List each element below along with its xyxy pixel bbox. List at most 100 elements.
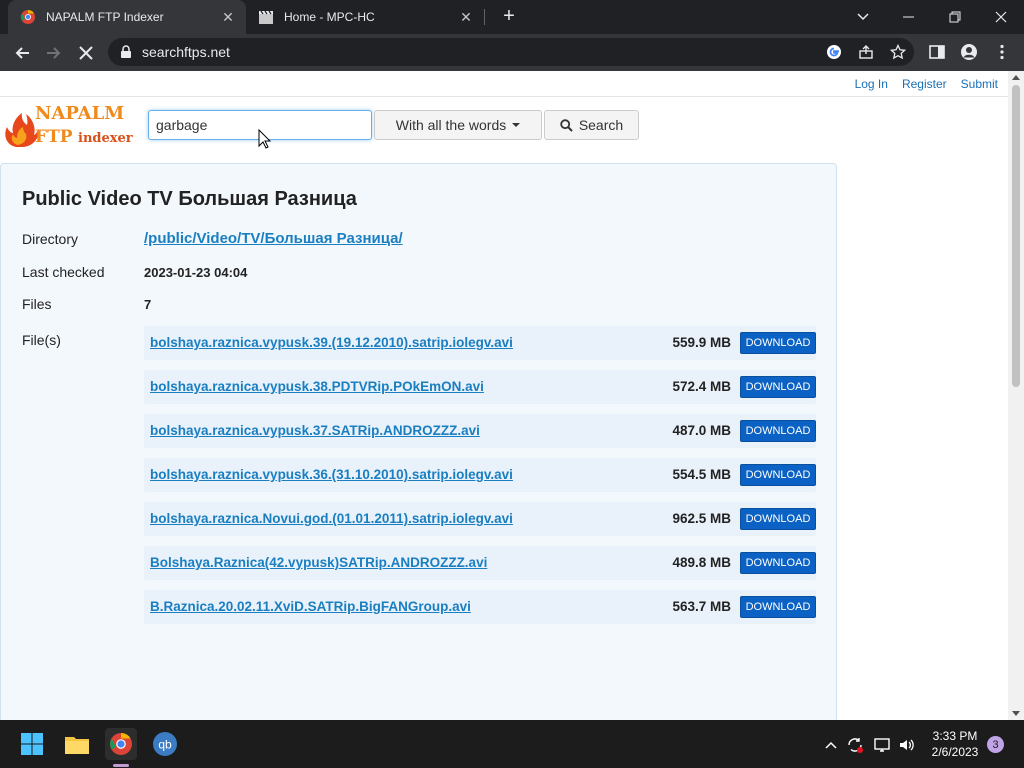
address-bar[interactable]: searchftps.net: [108, 38, 914, 66]
file-size: 559.9 MB: [672, 335, 731, 350]
file-link[interactable]: B.Raznica.20.02.11.XviD.SATRip.BigFANGro…: [150, 599, 471, 614]
google-lens-icon[interactable]: [826, 44, 842, 60]
file-row: bolshaya.raznica.vypusk.37.SATRip.ANDROZ…: [144, 414, 816, 448]
minimize-button[interactable]: [886, 0, 932, 34]
tab-strip: NAPALM FTP Indexer ✕ Home - MPC-HC ✕ +: [0, 0, 1024, 34]
submit-link[interactable]: Submit: [961, 77, 998, 91]
close-tab-icon[interactable]: ✕: [458, 9, 474, 25]
clapperboard-icon: [258, 9, 274, 25]
file-link[interactable]: Bolshaya.Raznica(42.vypusk)SATRip.ANDROZ…: [150, 555, 487, 570]
notification-badge[interactable]: 3: [987, 736, 1004, 753]
scroll-up-arrow-icon[interactable]: [1012, 75, 1020, 80]
download-button[interactable]: DOWNLOAD: [740, 508, 816, 530]
bookmark-star-icon[interactable]: [889, 43, 907, 60]
stop-loading-icon[interactable]: [73, 40, 99, 66]
directory-link[interactable]: /public/Video/TV/Большая Разница/: [144, 230, 403, 247]
file-link[interactable]: bolshaya.raznica.Novui.god.(01.01.2011).…: [150, 511, 513, 526]
chrome-taskbar-icon[interactable]: [105, 728, 137, 760]
logo-text-indexer: indexer: [78, 131, 133, 146]
logo-text-napalm: NAPALM: [35, 103, 124, 124]
close-window-button[interactable]: [978, 0, 1024, 34]
search-mode-label: With all the words: [395, 117, 507, 133]
share-icon[interactable]: [858, 44, 874, 60]
file-row: Bolshaya.Raznica(42.vypusk)SATRip.ANDROZ…: [144, 546, 816, 580]
download-button[interactable]: DOWNLOAD: [740, 552, 816, 574]
logo-text-ftp: FTP: [35, 127, 73, 147]
download-button[interactable]: DOWNLOAD: [740, 464, 816, 486]
forward-arrow-icon[interactable]: [41, 40, 67, 66]
filelist-label: File(s): [22, 332, 61, 348]
tab-search-chevron-icon[interactable]: [840, 0, 886, 34]
file-explorer-icon[interactable]: [61, 728, 93, 760]
search-button[interactable]: Search: [544, 110, 639, 140]
chevron-up-icon[interactable]: [822, 736, 840, 754]
volume-icon[interactable]: [898, 736, 916, 754]
file-link[interactable]: bolshaya.raznica.vypusk.38.PDTVRip.POkEm…: [150, 379, 484, 394]
files-label: Files: [22, 296, 52, 312]
tab-napalm[interactable]: NAPALM FTP Indexer ✕: [8, 0, 246, 34]
download-button[interactable]: DOWNLOAD: [740, 332, 816, 354]
web-page: Log In Register Submit NAPALM FTP indexe…: [0, 71, 1008, 720]
register-link[interactable]: Register: [902, 77, 947, 91]
file-link[interactable]: bolshaya.raznica.vypusk.39.(19.12.2010).…: [150, 335, 513, 350]
flame-icon: NAPALM FTP indexer: [5, 103, 133, 147]
network-icon[interactable]: [873, 736, 891, 754]
clock-time: 3:33 PM: [932, 729, 978, 743]
scrollbar-thumb[interactable]: [1012, 85, 1020, 387]
windows-start-icon[interactable]: [16, 728, 48, 760]
file-row: bolshaya.raznica.vypusk.36.(31.10.2010).…: [144, 458, 816, 492]
windows-taskbar: qb 3:33 PM 2/6/2023 3: [0, 720, 1024, 768]
qbittorrent-icon[interactable]: qb: [149, 728, 181, 760]
profile-avatar-icon[interactable]: [960, 43, 978, 61]
clock-date: 2/6/2023: [931, 745, 979, 759]
side-panel-icon[interactable]: [928, 43, 946, 61]
new-tab-button[interactable]: +: [498, 5, 520, 27]
tab-title: Home - MPC-HC: [284, 10, 375, 24]
chrome-favicon-icon: [20, 9, 36, 25]
file-size: 487.0 MB: [672, 423, 731, 438]
download-button[interactable]: DOWNLOAD: [740, 376, 816, 398]
top-links: Log In Register Submit: [855, 77, 998, 91]
file-row: bolshaya.raznica.Novui.god.(01.01.2011).…: [144, 502, 816, 536]
system-clock[interactable]: 3:33 PM 2/6/2023: [924, 728, 986, 760]
download-button[interactable]: DOWNLOAD: [740, 596, 816, 618]
header-divider: [0, 96, 1008, 97]
more-menu-icon[interactable]: [993, 43, 1011, 61]
file-row: B.Raznica.20.02.11.XviD.SATRip.BigFANGro…: [144, 590, 816, 624]
sync-icon[interactable]: [846, 736, 864, 754]
tab-title: NAPALM FTP Indexer: [46, 10, 164, 24]
download-button[interactable]: DOWNLOAD: [740, 420, 816, 442]
result-panel: Public Video TV Большая Разница Director…: [0, 163, 837, 720]
last-checked-label: Last checked: [22, 264, 105, 280]
mouse-cursor-icon: [258, 129, 272, 149]
tab-separator: [484, 9, 485, 25]
file-size: 554.5 MB: [672, 467, 731, 482]
url-text[interactable]: searchftps.net: [142, 44, 230, 60]
file-size: 563.7 MB: [672, 599, 731, 614]
restore-button[interactable]: [932, 0, 978, 34]
scroll-down-arrow-icon[interactable]: [1012, 711, 1020, 716]
file-size: 572.4 MB: [672, 379, 731, 394]
search-button-label: Search: [578, 117, 624, 133]
napalm-logo[interactable]: NAPALM FTP indexer: [2, 99, 134, 149]
active-app-indicator: [113, 764, 129, 767]
file-row: bolshaya.raznica.vypusk.38.PDTVRip.POkEm…: [144, 370, 816, 404]
svg-text:qb: qb: [158, 738, 172, 752]
lock-icon[interactable]: [120, 45, 132, 64]
login-link[interactable]: Log In: [855, 77, 888, 91]
file-link[interactable]: bolshaya.raznica.vypusk.37.SATRip.ANDROZ…: [150, 423, 480, 438]
file-size: 962.5 MB: [672, 511, 731, 526]
back-arrow-icon[interactable]: [9, 40, 35, 66]
magnifier-icon: [560, 118, 573, 132]
tab-mpc-hc[interactable]: Home - MPC-HC ✕: [246, 0, 484, 34]
directory-label: Directory: [22, 231, 79, 247]
browser-window: NAPALM FTP Indexer ✕ Home - MPC-HC ✕ + s…: [0, 0, 1024, 720]
files-count: 7: [144, 297, 152, 312]
page-scrollbar[interactable]: [1008, 71, 1024, 720]
file-size: 489.8 MB: [672, 555, 731, 570]
close-tab-icon[interactable]: ✕: [220, 9, 236, 25]
caret-down-icon: [512, 123, 521, 127]
search-mode-dropdown[interactable]: With all the words: [374, 110, 542, 140]
file-link[interactable]: bolshaya.raznica.vypusk.36.(31.10.2010).…: [150, 467, 513, 482]
file-row: bolshaya.raznica.vypusk.39.(19.12.2010).…: [144, 326, 816, 360]
